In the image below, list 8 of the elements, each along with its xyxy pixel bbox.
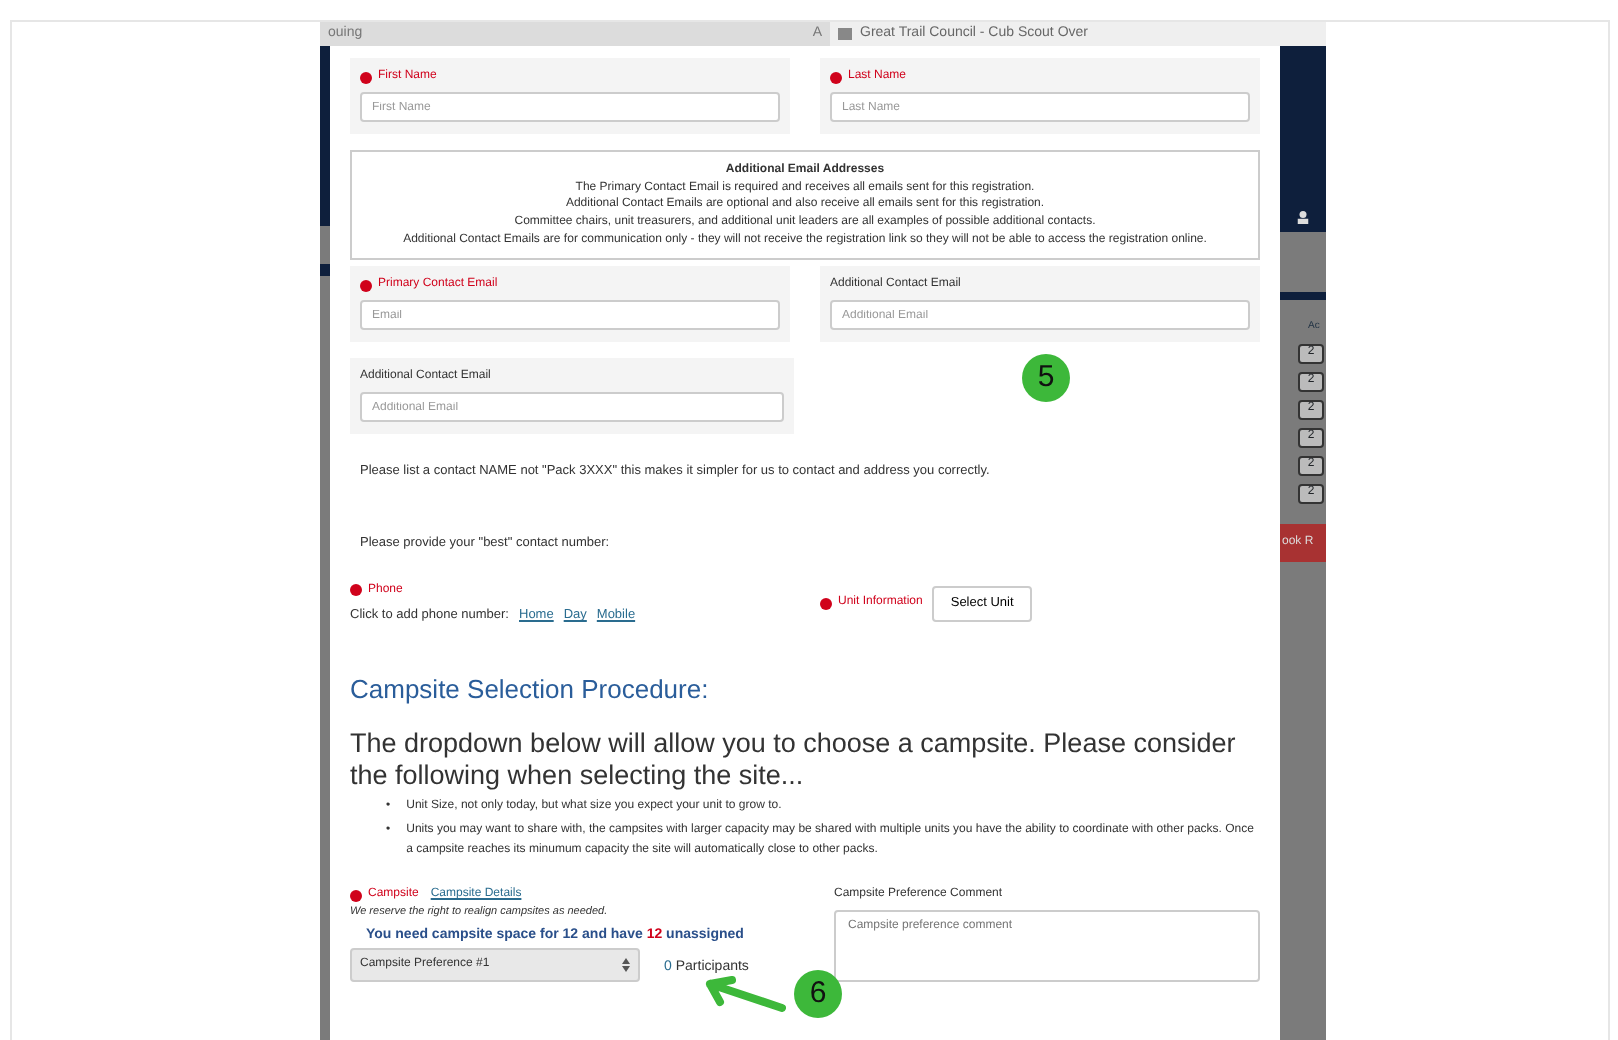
divider-band bbox=[320, 264, 330, 276]
intro-text: The dropdown below will allow you to choose a campsite. Please consider the following when selecting the site... bbox=[350, 728, 1238, 791]
step-badge: 5 bbox=[1022, 354, 1070, 402]
user-icon bbox=[1296, 210, 1310, 224]
section-heading: Campsite Selection Procedure: bbox=[350, 673, 711, 705]
spinner-icon bbox=[622, 957, 630, 972]
step-badge: 6 bbox=[794, 970, 842, 1018]
page-icon bbox=[838, 28, 852, 40]
